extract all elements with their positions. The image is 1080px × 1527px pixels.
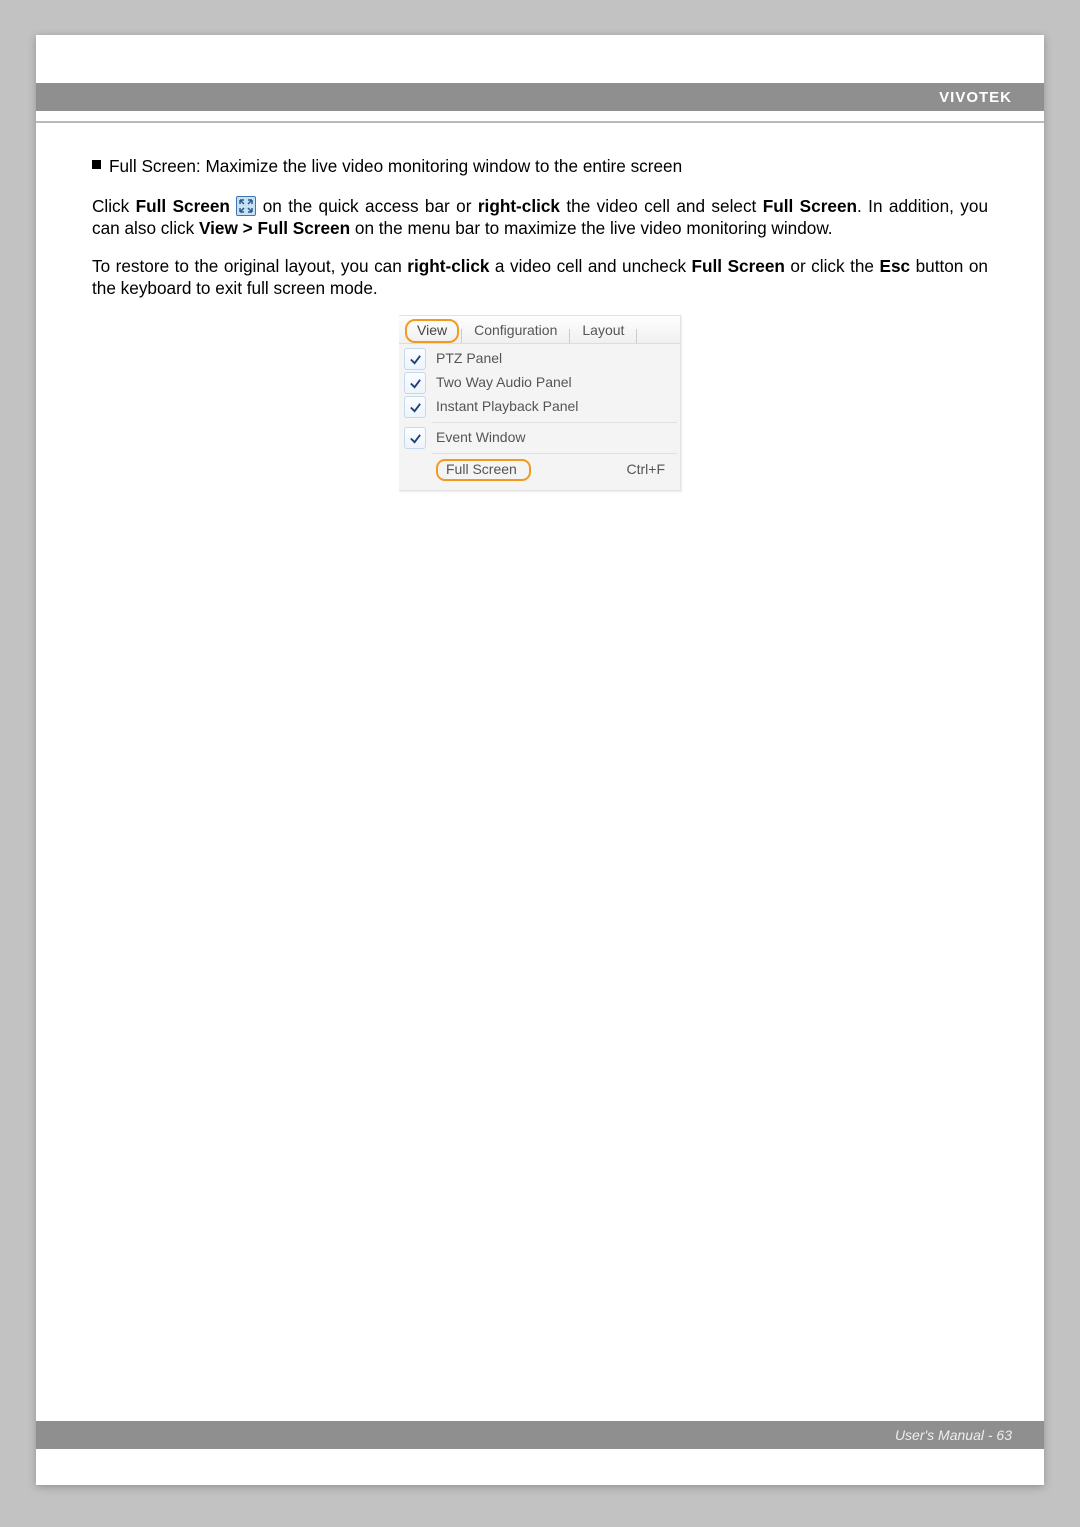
menu-item-event-window[interactable]: Event Window bbox=[402, 426, 677, 450]
tab-separator bbox=[569, 329, 570, 343]
paragraph-1: Click Full Screen on the quick access ba… bbox=[92, 195, 988, 239]
p1-seg-a: Click bbox=[92, 196, 136, 216]
p1-seg-d: on the quick access bar or bbox=[256, 196, 478, 216]
square-bullet-icon bbox=[92, 160, 101, 169]
checkmark-icon bbox=[404, 427, 426, 449]
bullet-text: Full Screen: Maximize the live video mon… bbox=[109, 155, 682, 177]
menu-tab-view[interactable]: View bbox=[405, 319, 459, 343]
menu-item-two-way-audio[interactable]: Two Way Audio Panel bbox=[402, 371, 677, 395]
p1-seg-j: on the menu bar to maximize the live vid… bbox=[350, 218, 832, 238]
checkmark-icon bbox=[404, 348, 426, 370]
menu-label: PTZ Panel bbox=[432, 350, 677, 368]
menu-label: Instant Playback Panel bbox=[432, 398, 677, 416]
fullscreen-icon bbox=[236, 196, 256, 216]
menu-items: PTZ Panel Two Way Audio Panel Instant Pl… bbox=[399, 344, 680, 490]
tab-separator bbox=[461, 329, 462, 343]
menu-label-text: Full Screen bbox=[446, 461, 517, 479]
menu-separator bbox=[432, 422, 677, 423]
bullet-full-screen: Full Screen: Maximize the live video mon… bbox=[92, 155, 988, 177]
menu-tab-configuration[interactable]: Configuration bbox=[464, 319, 567, 343]
menu-item-full-screen[interactable]: Full Screen Ctrl+F bbox=[404, 457, 675, 483]
menu-label-highlighted: Full Screen bbox=[436, 459, 531, 481]
menu-label: Event Window bbox=[432, 429, 677, 447]
menu-separator bbox=[432, 453, 677, 454]
p2-seg-b: right-click bbox=[407, 256, 489, 276]
p2-seg-a: To restore to the original layout, you c… bbox=[92, 256, 407, 276]
p1-seg-b: Full Screen bbox=[136, 196, 230, 216]
header-bar: VIVOTEK bbox=[36, 83, 1044, 111]
footer-bar: User's Manual - 63 bbox=[36, 1421, 1044, 1449]
menu-label: Two Way Audio Panel bbox=[432, 374, 677, 392]
menu-item-instant-playback[interactable]: Instant Playback Panel bbox=[402, 395, 677, 419]
p2-seg-e: or click the bbox=[785, 256, 880, 276]
p2-seg-d: Full Screen bbox=[692, 256, 785, 276]
tab-separator bbox=[636, 329, 637, 343]
header-rule bbox=[36, 121, 1044, 123]
paragraph-2: To restore to the original layout, you c… bbox=[92, 255, 988, 299]
checkmark-icon bbox=[404, 396, 426, 418]
p1-seg-i: View > Full Screen bbox=[199, 218, 350, 238]
view-menu-figure: View Configuration Layout PTZ Panel Two … bbox=[399, 315, 681, 491]
p1-seg-e: right-click bbox=[478, 196, 560, 216]
menu-tab-layout[interactable]: Layout bbox=[572, 319, 634, 343]
p1-seg-g: Full Screen bbox=[763, 196, 857, 216]
p2-seg-c: a video cell and uncheck bbox=[489, 256, 691, 276]
check-empty bbox=[406, 459, 428, 481]
content-area: Full Screen: Maximize the live video mon… bbox=[92, 155, 988, 491]
footer-text: User's Manual - 63 bbox=[895, 1427, 1012, 1443]
p1-seg-f: the video cell and select bbox=[560, 196, 763, 216]
p2-seg-f: Esc bbox=[879, 256, 910, 276]
document-page: VIVOTEK Full Screen: Maximize the live v… bbox=[36, 35, 1044, 1485]
menu-item-ptz-panel[interactable]: PTZ Panel bbox=[402, 347, 677, 371]
menu-tab-bar: View Configuration Layout bbox=[399, 316, 680, 344]
menu-shortcut: Ctrl+F bbox=[627, 461, 676, 479]
checkmark-icon bbox=[404, 372, 426, 394]
brand-label: VIVOTEK bbox=[939, 89, 1012, 106]
